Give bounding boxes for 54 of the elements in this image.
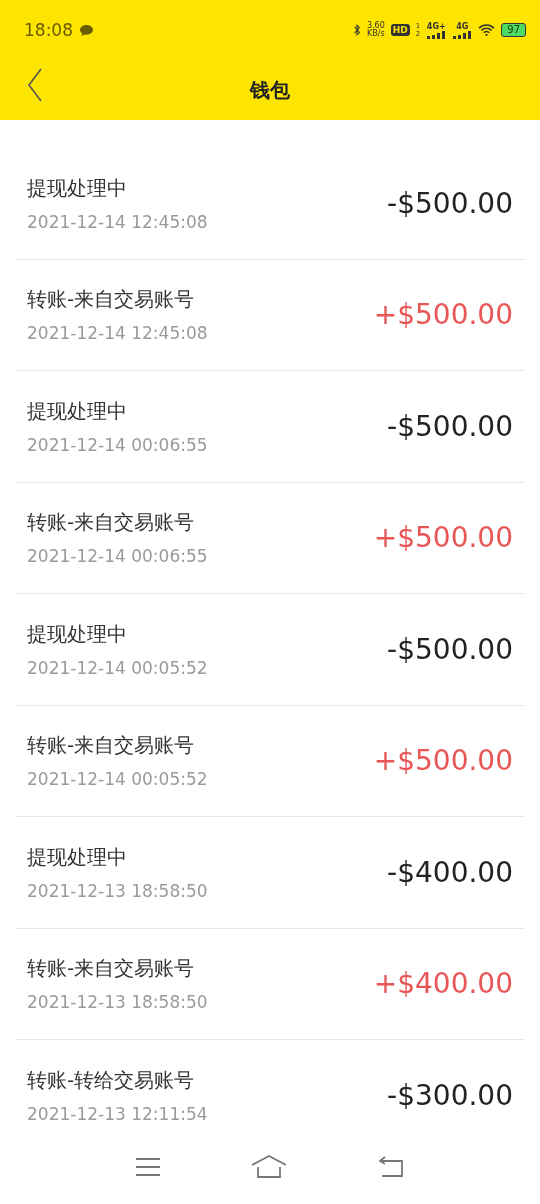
transaction-title: 提现处理中 bbox=[27, 397, 128, 425]
status-time: 18:08 bbox=[24, 20, 73, 40]
transaction-amount: +$500.00 bbox=[373, 298, 513, 332]
network-type: 4G+ bbox=[426, 21, 446, 31]
signal-icon bbox=[452, 30, 473, 39]
transaction-title: 转账-来自交易账号 bbox=[27, 509, 196, 537]
transaction-title: 转账-来自交易账号 bbox=[27, 286, 196, 314]
transaction-row[interactable]: 转账-来自交易账号 2021-12-14 12:45:08 +$500.00 bbox=[15, 259, 525, 371]
transaction-amount: +$500.00 bbox=[373, 521, 513, 555]
transaction-time: 2021-12-14 00:05:52 bbox=[27, 769, 208, 790]
transaction-time: 2021-12-14 00:06:55 bbox=[27, 546, 208, 567]
transaction-amount: +$500.00 bbox=[373, 744, 513, 778]
bluetooth-icon bbox=[352, 23, 361, 37]
transaction-row[interactable]: 提现处理中 2021-12-14 00:06:55 -$500.00 bbox=[15, 371, 525, 483]
transaction-time: 2021-12-14 12:45:08 bbox=[27, 211, 208, 232]
transaction-amount: -$500.00 bbox=[387, 632, 513, 666]
transaction-amount: -$500.00 bbox=[387, 186, 513, 220]
transaction-title: 提现处理中 bbox=[27, 174, 128, 202]
transaction-amount: -$500.00 bbox=[387, 409, 513, 443]
hd-badge: HD bbox=[390, 24, 410, 36]
transaction-row[interactable]: 提现处理中 2021-12-14 12:45:08 -$500.00 bbox=[15, 148, 525, 260]
transaction-row[interactable]: 提现处理中 2021-12-14 00:05:52 -$500.00 bbox=[15, 594, 525, 706]
speed-unit: KB/s bbox=[367, 30, 385, 38]
transaction-row[interactable]: 转账-来自交易账号 2021-12-14 00:05:52 +$500.00 bbox=[15, 705, 525, 817]
back-icon bbox=[28, 68, 42, 102]
home-icon bbox=[251, 1155, 287, 1179]
transaction-title: 转账-转给交易账号 bbox=[27, 1067, 196, 1095]
transaction-row[interactable]: 转账-转给交易账号 2021-12-13 12:11:54 -$300.00 bbox=[15, 1040, 525, 1152]
speed-value: 3.60 bbox=[366, 22, 385, 30]
transaction-time: 2021-12-14 12:45:08 bbox=[27, 323, 208, 344]
transaction-title: 转账-来自交易账号 bbox=[27, 732, 196, 760]
transaction-row[interactable]: 提现处理中 2021-12-13 18:58:50 -$400.00 bbox=[15, 817, 525, 929]
wifi-icon bbox=[478, 24, 496, 36]
transaction-time: 2021-12-13 12:11:54 bbox=[27, 1104, 208, 1125]
transaction-title: 提现处理中 bbox=[27, 843, 128, 871]
page-title: 钱包 bbox=[250, 76, 290, 104]
menu-icon bbox=[135, 1157, 161, 1177]
transaction-row[interactable]: 转账-来自交易账号 2021-12-14 00:06:55 +$500.00 bbox=[15, 482, 525, 594]
network-type: 4G bbox=[456, 21, 469, 31]
chat-bubble-icon bbox=[79, 23, 94, 37]
return-icon bbox=[377, 1156, 405, 1178]
back-button[interactable] bbox=[28, 68, 42, 102]
transaction-title: 转账-来自交易账号 bbox=[27, 955, 196, 983]
battery-indicator: 97 bbox=[501, 23, 526, 37]
signal-icon bbox=[426, 30, 447, 39]
transaction-amount: +$400.00 bbox=[373, 967, 513, 1001]
transaction-time: 2021-12-13 18:58:50 bbox=[27, 880, 208, 901]
transaction-title: 提现处理中 bbox=[27, 620, 128, 648]
transaction-time: 2021-12-14 00:05:52 bbox=[27, 657, 208, 678]
transaction-time: 2021-12-14 00:06:55 bbox=[27, 434, 208, 455]
transaction-amount: -$400.00 bbox=[387, 855, 513, 889]
transaction-amount: -$300.00 bbox=[387, 1079, 513, 1113]
transaction-row[interactable]: 转账-来自交易账号 2021-12-13 18:58:50 +$400.00 bbox=[15, 928, 525, 1040]
transaction-time: 2021-12-13 18:58:50 bbox=[27, 992, 208, 1013]
